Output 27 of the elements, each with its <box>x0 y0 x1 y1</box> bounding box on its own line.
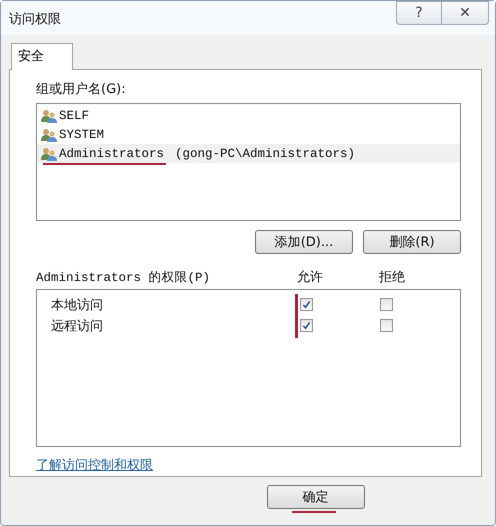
user-button[interactable]: 添加(D)... <box>255 230 353 254</box>
help-button[interactable]: ? <box>396 1 442 25</box>
column-header: 拒绝 <box>379 269 406 286</box>
user-item[interactable]: SYSTEM <box>37 125 460 144</box>
tab[interactable]: 安全 <box>11 43 73 70</box>
allow-checkbox[interactable] <box>300 298 313 311</box>
user-item[interactable]: SELF <box>37 106 460 125</box>
permission-name: 远程访问 <box>50 318 104 334</box>
user-button[interactable]: 删除(R) <box>363 230 461 254</box>
users-icon <box>41 146 57 160</box>
users-label: 组或用户名(G): <box>36 81 127 98</box>
permission-name: 本地访问 <box>50 296 104 314</box>
deny-checkbox[interactable] <box>380 319 393 332</box>
column-header: 允许 <box>297 269 324 286</box>
user-name: SELF <box>59 108 90 122</box>
user-item[interactable]: Administrators (gong-PC\Administrators) <box>37 144 460 163</box>
permissions-label: Administrators 的权限(P) <box>36 270 212 286</box>
users-icon <box>41 108 57 122</box>
close-button[interactable]: ✕ <box>442 1 489 25</box>
user-name: Administrators <box>59 146 164 160</box>
deny-checkbox[interactable] <box>380 298 393 311</box>
help-link[interactable]: 了解访问控制和权限 <box>36 456 153 474</box>
allow-checkbox[interactable] <box>300 319 313 332</box>
users-icon <box>41 128 57 142</box>
user-detail: (gong-PC\Administrators) <box>175 146 356 160</box>
window-title: 访问权限 <box>9 11 61 28</box>
user-name: SYSTEM <box>59 128 104 142</box>
